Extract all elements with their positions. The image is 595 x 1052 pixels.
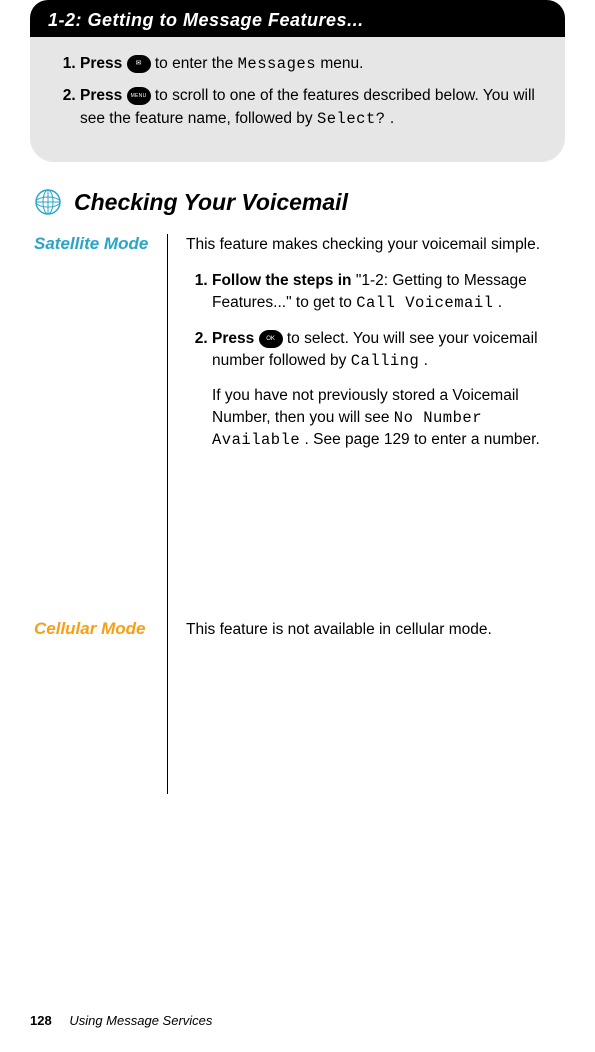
mail-icon: ✉: [127, 55, 151, 73]
subsection-title: Checking Your Voicemail: [74, 189, 348, 216]
text: .: [390, 110, 394, 127]
label-follow: Follow the steps in: [212, 272, 356, 289]
lcd-text: Calling: [351, 352, 420, 370]
cellular-mode-label: Cellular Mode: [34, 619, 149, 639]
text: menu.: [320, 55, 363, 72]
label-press: Press: [80, 87, 127, 104]
text: .: [498, 294, 502, 311]
text: .: [424, 352, 428, 369]
globe-icon: [34, 188, 62, 216]
section-header: 1-2: Getting to Message Features...: [30, 0, 565, 37]
note-text: . See page 129 to enter a number.: [305, 431, 540, 448]
page-footer: 128 Using Message Services: [30, 1013, 212, 1028]
satellite-mode-label: Satellite Mode: [34, 234, 149, 254]
label-press: Press: [212, 330, 259, 347]
cellular-text: This feature is not available in cellula…: [186, 619, 565, 641]
instruction-box: Press ✉ to enter the Messages menu. Pres…: [30, 37, 565, 162]
page-number: 128: [30, 1013, 52, 1028]
ok-icon: OK: [259, 330, 283, 348]
footer-title: Using Message Services: [69, 1013, 212, 1028]
text: to enter the: [155, 55, 238, 72]
intro-text: This feature makes checking your voicema…: [186, 236, 540, 253]
label-press: Press: [80, 55, 127, 72]
lcd-text: Messages: [238, 55, 316, 73]
lcd-text: Select?: [317, 110, 386, 128]
menu-icon: MENU: [127, 87, 151, 105]
lcd-text: Call Voicemail: [356, 294, 493, 312]
